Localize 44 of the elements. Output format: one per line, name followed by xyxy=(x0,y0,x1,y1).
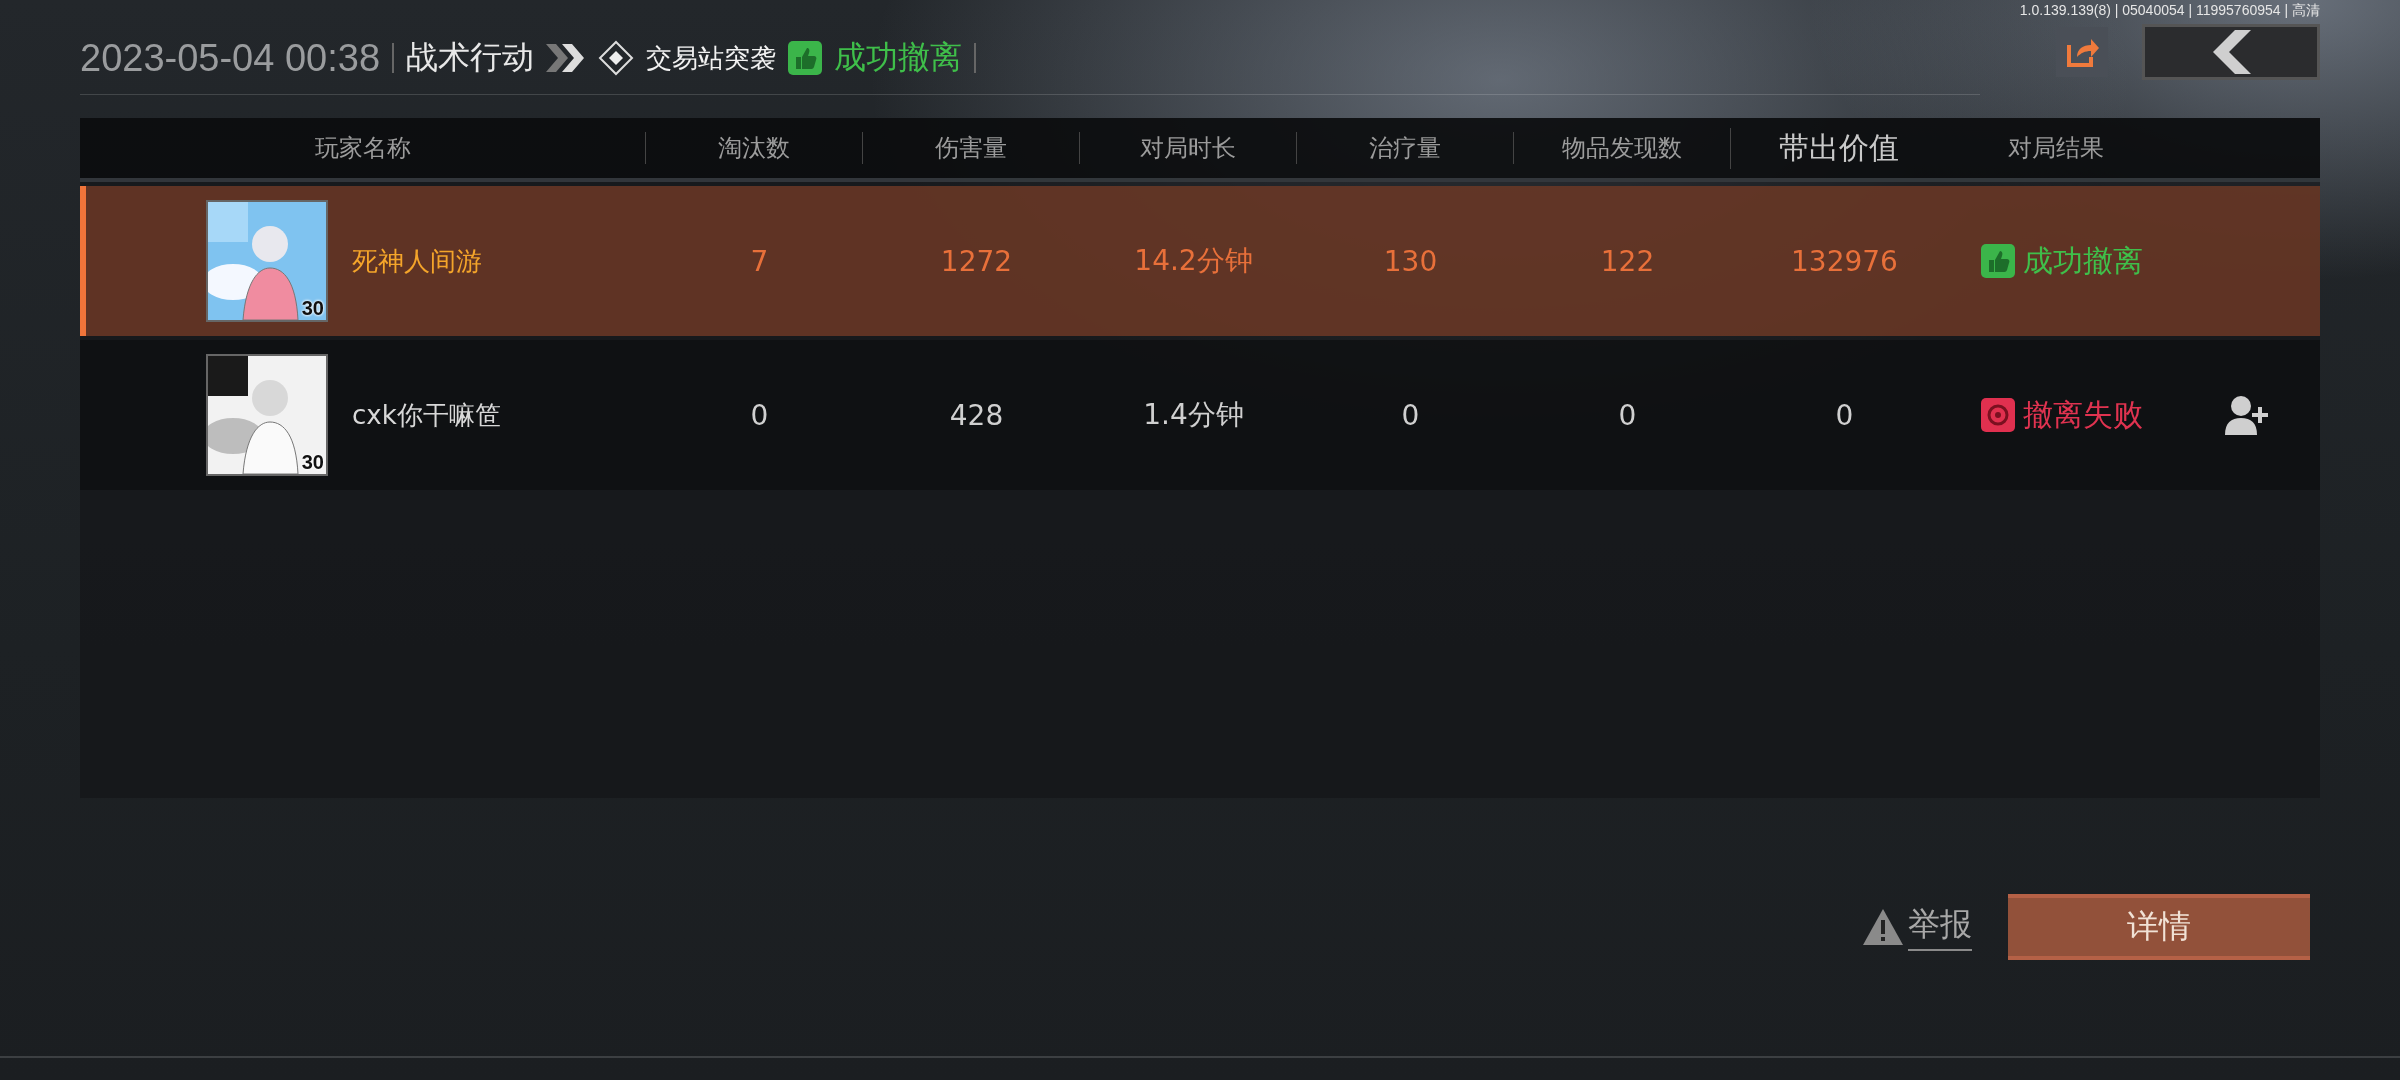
report-link[interactable]: 举报 xyxy=(1862,903,1972,951)
column-header: 物品发现数 xyxy=(1513,132,1730,164)
table-cell-text: 0 xyxy=(1617,398,1638,432)
add-friend-button[interactable] xyxy=(2225,395,2271,435)
column-header: 伤害量 xyxy=(862,132,1079,164)
double-chevron-icon xyxy=(546,44,587,72)
table-cell-text: 122 xyxy=(1599,244,1656,278)
match-result: 撤离失败 xyxy=(2022,395,2143,434)
game-mode: 战术行动 xyxy=(406,37,535,78)
table-cell-text: 130 xyxy=(1382,244,1439,278)
column-header: 对局时长 xyxy=(1079,132,1296,164)
player-level: 30 xyxy=(301,297,324,320)
column-header: 对局结果 xyxy=(2006,133,2105,164)
match-result: 成功撤离 xyxy=(834,37,963,78)
warning-icon xyxy=(1862,908,1904,946)
player-row[interactable]: 30 死神人间游 7 1272 14.2分钟 130 122 132976 成功撤离 xyxy=(80,186,2320,336)
build-info: 1.0.139.139(8) | 05040054 | 11995760954 | 高清 xyxy=(2019,2,2320,20)
table-cell-text: 0 xyxy=(1400,398,1421,432)
details-button[interactable]: 详情 xyxy=(2008,894,2310,960)
table-cell-text: 1.4分钟 xyxy=(1142,397,1245,433)
thumbs-up-icon xyxy=(1980,244,2015,278)
back-arrow-icon xyxy=(2211,30,2251,74)
table-cell-text: 1272 xyxy=(939,244,1014,278)
column-header: 淘汰数 xyxy=(645,132,862,164)
column-header: 治疗量 xyxy=(1296,132,1513,164)
table-cell-text: 428 xyxy=(948,398,1005,432)
thumbs-up-icon xyxy=(788,41,823,75)
column-header: 带出价值 xyxy=(1730,127,1947,169)
player-name: cxk你干嘛笸 xyxy=(352,398,501,432)
table-cell-text: 14.2分钟 xyxy=(1133,243,1254,279)
match-datetime: 2023-05-04 00:38 xyxy=(80,36,381,80)
map-name: 交易站突袭 xyxy=(646,41,777,75)
column-header: 玩家名称 xyxy=(313,133,412,164)
diamond-icon xyxy=(598,40,635,76)
player-level: 30 xyxy=(301,451,324,474)
table-cell-text: 132976 xyxy=(1790,244,1899,278)
player-name: 死神人间游 xyxy=(352,244,482,278)
table-cell-text: 0 xyxy=(1834,398,1855,432)
table-cell-text: 0 xyxy=(749,398,770,432)
crosshair-icon xyxy=(1980,398,2015,432)
back-button[interactable] xyxy=(2142,24,2320,80)
match-result: 成功撤离 xyxy=(2022,241,2143,280)
player-row[interactable]: 30 cxk你干嘛笸 0 428 1.4分钟 0 0 0 撤离失败 xyxy=(80,340,2320,490)
table-cell-text: 7 xyxy=(749,244,770,278)
